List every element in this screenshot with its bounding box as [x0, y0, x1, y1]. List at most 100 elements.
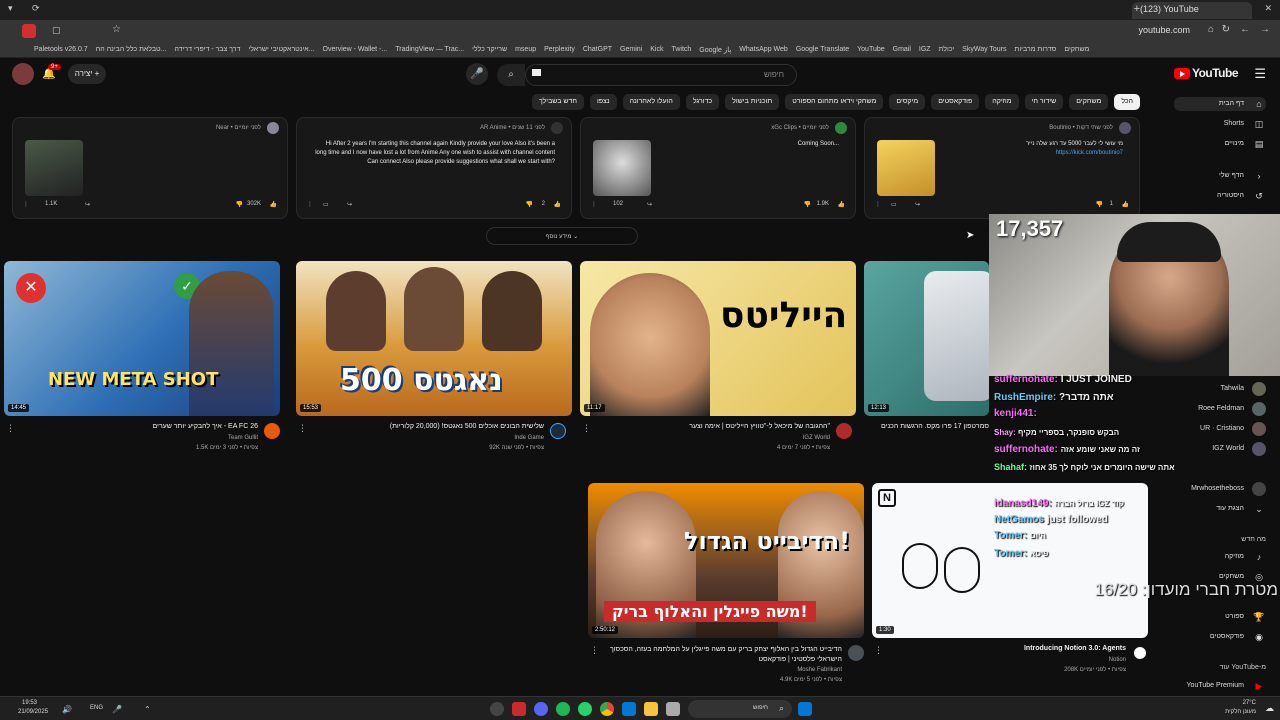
volume-icon[interactable]: 🔊	[62, 705, 72, 714]
weather-temp[interactable]: 27°C	[1243, 700, 1256, 706]
obs-icon[interactable]	[490, 702, 504, 716]
comment-icon[interactable]: ▭	[891, 201, 897, 208]
bookmark[interactable]: יכולת	[939, 46, 955, 53]
video-thumbnail[interactable]: הדיבייט הגדול! משה פייגלין והאלוף בריק! …	[588, 483, 864, 638]
app-icon[interactable]	[666, 702, 680, 716]
bookmark[interactable]: סדרות מרביות	[1015, 46, 1057, 53]
url-text[interactable]: youtube.com	[1138, 25, 1190, 35]
channel-name[interactable]: IGZ World	[803, 435, 830, 441]
more-icon[interactable]: ⋮	[307, 201, 313, 208]
bookmark[interactable]: שרייקר כללי	[472, 46, 507, 53]
bookmark[interactable]: Perplexity	[544, 46, 575, 53]
youtube-logo[interactable]: YouTube	[1173, 66, 1239, 80]
share-icon[interactable]: ↪	[915, 201, 920, 208]
menu-icon[interactable]: ☰	[1254, 66, 1266, 82]
video-title[interactable]: ההגובה של מיכאל ל-"טוויץ הייליטס | אימה …	[689, 423, 830, 430]
video-title[interactable]: שלישית הבונים אוכלים 500 נאגטס! (20,000 …	[390, 423, 544, 430]
weather-icon[interactable]: ☁	[1265, 703, 1274, 714]
bookmark[interactable]: YouTube	[857, 46, 885, 53]
channel-avatar[interactable]	[1132, 645, 1148, 661]
video-title[interactable]: איך להבקיע יותר שערים - EA FC 26	[153, 423, 258, 430]
sidebar-sub-roee-feldman[interactable]: Roee Feldman	[1174, 402, 1266, 416]
chip-mixes[interactable]: מיקסים	[889, 94, 926, 110]
chip-football[interactable]: כדורגל	[685, 94, 720, 110]
chip-music[interactable]: מוזיקה	[985, 94, 1019, 110]
more-icon[interactable]: ⋮	[591, 201, 597, 208]
share-icon[interactable]: ↪	[85, 201, 90, 208]
post-image[interactable]	[877, 140, 935, 196]
bookmark[interactable]: Kick	[650, 46, 663, 53]
channel-name[interactable]: Inde Game	[514, 435, 544, 441]
sidebar-show-more[interactable]: הצגת עוד ⌄	[1174, 502, 1266, 516]
chip-gaming[interactable]: משחקים	[1069, 94, 1109, 110]
bookmark[interactable]: SkyWay Tours	[962, 46, 1006, 53]
whatsapp-icon[interactable]	[578, 702, 592, 716]
bookmark[interactable]: Gemini	[620, 46, 642, 53]
reload-icon[interactable]: ↻	[1222, 24, 1230, 35]
video-thumbnail[interactable]: ✕ ✓ NEW META SHOT 14:45	[4, 261, 280, 416]
sidebar-sub-tahwila[interactable]: Tahwila	[1174, 382, 1266, 396]
back-icon[interactable]: →	[1260, 24, 1270, 35]
dislike-icon[interactable]: 👎	[804, 201, 811, 208]
taskbar-time[interactable]: 19:53	[22, 700, 37, 706]
bookmark[interactable]: Google Translate	[796, 46, 849, 53]
chip-cooking[interactable]: תוכניות בישול	[725, 94, 780, 110]
new-tab-icon[interactable]: +	[1134, 3, 1140, 15]
spotify-icon[interactable]	[556, 702, 570, 716]
tab-menu-icon[interactable]: ▾	[8, 3, 13, 14]
home-icon[interactable]: ⌂	[1208, 24, 1214, 35]
community-post[interactable]: AR Anime • לפני 11 שנים Hi After 2 years…	[296, 117, 572, 219]
search-icon[interactable]: ⌕	[497, 64, 525, 86]
sidebar-item-you[interactable]: הדף שלי ›	[1174, 169, 1266, 183]
sidebar-sub-ur-cristiano[interactable]: UR · Cristiano	[1174, 422, 1266, 436]
close-window-icon[interactable]: ✕	[1264, 3, 1272, 14]
bookmark[interactable]: ChatGPT	[583, 46, 612, 53]
comment-icon[interactable]: ▭	[323, 201, 329, 208]
dislike-icon[interactable]: 👎	[236, 201, 243, 208]
weather-desc[interactable]: מעונן חלקית	[1225, 709, 1256, 715]
chrome-icon[interactable]	[600, 702, 614, 716]
sidebar-item-sports[interactable]: ספורט 🏆	[1174, 610, 1266, 624]
more-icon[interactable]: ⋮	[874, 645, 883, 656]
post-image[interactable]	[593, 140, 651, 196]
account-avatar[interactable]	[12, 63, 34, 85]
video-card[interactable]: טוויץ הייליטס 11:17 ההגובה של מיכאל ל-"ט…	[580, 261, 856, 456]
video-card[interactable]: 12:13 סמרטפון 17 פרו מקס. הרגשות הכנים	[864, 261, 989, 456]
like-icon[interactable]: 👍	[838, 201, 845, 208]
community-post[interactable]: xGc Clips • לפני יומיים Coming Soon... 👍…	[580, 117, 856, 219]
sidebar-sub-igz-world[interactable]: IGZ World	[1174, 442, 1266, 456]
more-icon[interactable]: ⋮	[582, 423, 591, 434]
chip-watched[interactable]: נצפו	[589, 94, 617, 110]
bookmark[interactable]: אינטראקטיבי ישראלי...	[248, 46, 314, 53]
channel-avatar[interactable]	[550, 423, 566, 439]
bookmark[interactable]: WhatsApp Web	[739, 46, 788, 53]
video-card[interactable]: ✕ ✓ NEW META SHOT 14:45 איך להבקיע יותר …	[4, 261, 280, 456]
share-icon[interactable]: ↪	[647, 201, 652, 208]
post-image[interactable]	[25, 140, 83, 196]
video-title[interactable]: Introducing Notion 3.0: Agents	[1024, 645, 1126, 652]
bookmark[interactable]: טבלאת כלל הבינה הח...	[96, 46, 167, 53]
more-icon[interactable]: ⋮	[6, 423, 15, 434]
video-title[interactable]: סמרטפון 17 פרו מקס. הרגשות הכנים	[881, 423, 989, 430]
sidebar-item-subscriptions[interactable]: מינויים ▤	[1174, 137, 1266, 151]
chip-new-for-you[interactable]: חדש בשבילך	[531, 94, 584, 110]
taskbar-date[interactable]: 21/09/2025	[18, 709, 48, 715]
restore-icon[interactable]: ⟳	[32, 3, 40, 14]
channel-avatar[interactable]	[848, 645, 864, 661]
create-button[interactable]: יצירה +	[68, 64, 106, 84]
bookmark[interactable]: IGZ	[919, 46, 931, 53]
chip-sports-games[interactable]: משחקי וידאו מתחום הספורט	[785, 94, 884, 110]
bookmark[interactable]: דרך צבר - דיפרי דרידה	[174, 46, 240, 53]
discord-icon[interactable]	[534, 702, 548, 716]
dislike-icon[interactable]: 👎	[526, 201, 533, 208]
more-icon[interactable]: ⋮	[875, 201, 881, 208]
mic-icon[interactable]: 🎤	[112, 705, 122, 714]
more-icon[interactable]: ⋮	[298, 423, 307, 434]
sidebar-item-music[interactable]: מוזיקה ♪	[1174, 550, 1266, 564]
channel-avatar[interactable]	[836, 423, 852, 439]
channel-name[interactable]: Moshe Fabrikant	[797, 667, 842, 673]
bookmark[interactable]: משחקים	[1064, 46, 1089, 53]
sidebar-item-history[interactable]: היסטוריה ↺	[1174, 189, 1266, 203]
chip-recent[interactable]: הועלו לאחרונה	[622, 94, 680, 110]
bookmark[interactable]: Gmail	[893, 46, 911, 53]
